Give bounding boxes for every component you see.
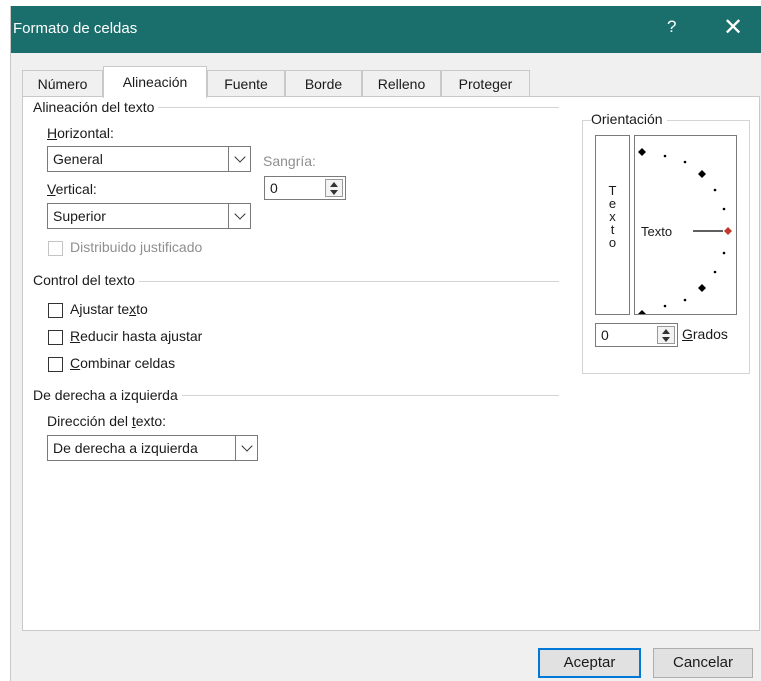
- chevron-down-icon: [233, 208, 246, 220]
- shrink-to-fit-checkbox[interactable]: [48, 330, 63, 345]
- text-direction-label: Dirección del texto:: [47, 413, 166, 429]
- degrees-hotkey: G: [682, 326, 693, 342]
- diamond-marker-90: [638, 148, 646, 156]
- dot-marker: [722, 207, 726, 211]
- vertical-hotkey: V: [47, 181, 56, 197]
- shrink-label-rest: educir hasta ajustar: [80, 328, 203, 344]
- title-bar: Formato de celdas ? ✕: [11, 6, 761, 53]
- horizontal-label-rest: orizontal:: [57, 125, 114, 141]
- cancel-button[interactable]: Cancelar: [653, 648, 753, 678]
- format-cells-dialog: Formato de celdas ? ✕ Número Alineación …: [10, 6, 761, 681]
- horizontal-dropdown-button[interactable]: [228, 147, 250, 171]
- wrap-text-label-end: to: [136, 301, 148, 317]
- vertical-value: Superior: [53, 208, 106, 224]
- dialog-body: Número Alineación Fuente Borde Relleno P…: [11, 53, 761, 681]
- degrees-spinner[interactable]: 0: [595, 323, 678, 347]
- text-direction-select[interactable]: De derecha a izquierda: [47, 435, 258, 461]
- text-control-group-label: Control del texto: [33, 272, 139, 288]
- orientation-handle[interactable]: [724, 227, 732, 235]
- degrees-label-rest: rados: [692, 326, 728, 342]
- ok-button[interactable]: Aceptar: [538, 648, 641, 678]
- shrink-to-fit-label: Reducir hasta ajustar: [70, 328, 202, 344]
- wrap-text-checkbox[interactable]: [48, 303, 63, 318]
- dot-marker: [663, 154, 667, 158]
- degrees-label: Grados: [682, 326, 728, 342]
- arrow-down-icon: [330, 190, 338, 195]
- indent-value: 0: [270, 180, 278, 196]
- text-alignment-group-label: Alineación del texto: [33, 99, 159, 115]
- wrap-text-label-start: Ajustar te: [70, 301, 130, 317]
- tab-relleno[interactable]: Relleno: [362, 70, 441, 97]
- dot-marker: [683, 298, 687, 302]
- dot-marker: [722, 251, 726, 255]
- vertical-select[interactable]: Superior: [47, 203, 251, 229]
- dialog-title: Formato de celdas: [13, 20, 138, 37]
- direction-label-start: Dirección del: [47, 413, 132, 429]
- diamond-marker-minus-45: [698, 284, 706, 292]
- text-direction-dropdown-button[interactable]: [235, 436, 257, 460]
- chevron-down-icon: [233, 151, 246, 163]
- dot-marker: [713, 270, 717, 274]
- dot-marker: [663, 304, 667, 308]
- close-button[interactable]: ✕: [723, 12, 743, 44]
- orientation-group: Orientación T e x t o Texto 0 Grados: [582, 111, 750, 374]
- vertical-text-button[interactable]: T e x t o: [595, 135, 630, 315]
- diamond-marker-45: [698, 170, 706, 178]
- distributed-justify-label: Distribuido justificado: [70, 239, 203, 255]
- orientation-group-label: Orientación: [591, 111, 667, 127]
- tab-borde[interactable]: Borde: [285, 70, 362, 97]
- arrow-up-icon: [662, 329, 670, 334]
- merge-cells-label: Combinar celdas: [70, 355, 175, 371]
- orientation-dial-graphic: Texto: [638, 148, 732, 318]
- horizontal-select[interactable]: General: [47, 146, 251, 172]
- horizontal-hotkey: H: [47, 125, 58, 141]
- degrees-stepper-arrows[interactable]: [657, 326, 675, 344]
- vertical-label-rest: ertical:: [55, 181, 97, 197]
- vertical-label: Vertical:: [47, 181, 97, 197]
- tab-fuente[interactable]: Fuente: [207, 70, 285, 97]
- help-button[interactable]: ?: [667, 17, 676, 37]
- direction-label-end: exto:: [135, 413, 167, 429]
- dial-text-preview: Texto: [641, 224, 672, 239]
- shrink-hotkey: R: [70, 328, 81, 344]
- merge-cells-checkbox[interactable]: [48, 357, 63, 372]
- merge-hotkey: C: [70, 355, 81, 371]
- dot-marker: [713, 188, 717, 192]
- rtl-group-label: De derecha a izquierda: [33, 387, 182, 403]
- vertical-text-preview: T e x t o: [596, 184, 629, 249]
- indent-stepper-arrows[interactable]: [325, 179, 343, 197]
- indent-spinner[interactable]: 0: [264, 176, 346, 200]
- orientation-dial[interactable]: Texto: [634, 135, 737, 318]
- arrow-down-icon: [662, 337, 670, 342]
- distributed-justify-checkbox[interactable]: [48, 241, 63, 256]
- wrap-text-label: Ajustar texto: [70, 301, 148, 317]
- horizontal-value: General: [53, 151, 103, 167]
- text-direction-value: De derecha a izquierda: [53, 440, 198, 456]
- arrow-up-icon: [330, 182, 338, 187]
- vertical-text-letter: o: [608, 235, 617, 250]
- indent-label: Sangría:: [263, 153, 316, 169]
- degrees-value: 0: [601, 327, 609, 343]
- diamond-marker-minus-90: [638, 310, 646, 318]
- dot-marker: [683, 160, 687, 164]
- merge-label-rest: ombinar celdas: [80, 355, 176, 371]
- chevron-down-icon: [240, 440, 253, 452]
- tab-alineacion[interactable]: Alineación: [103, 66, 207, 98]
- tab-numero[interactable]: Número: [22, 70, 103, 97]
- tab-proteger[interactable]: Proteger: [441, 70, 530, 97]
- vertical-dropdown-button[interactable]: [228, 204, 250, 228]
- horizontal-label: Horizontal:: [47, 125, 114, 141]
